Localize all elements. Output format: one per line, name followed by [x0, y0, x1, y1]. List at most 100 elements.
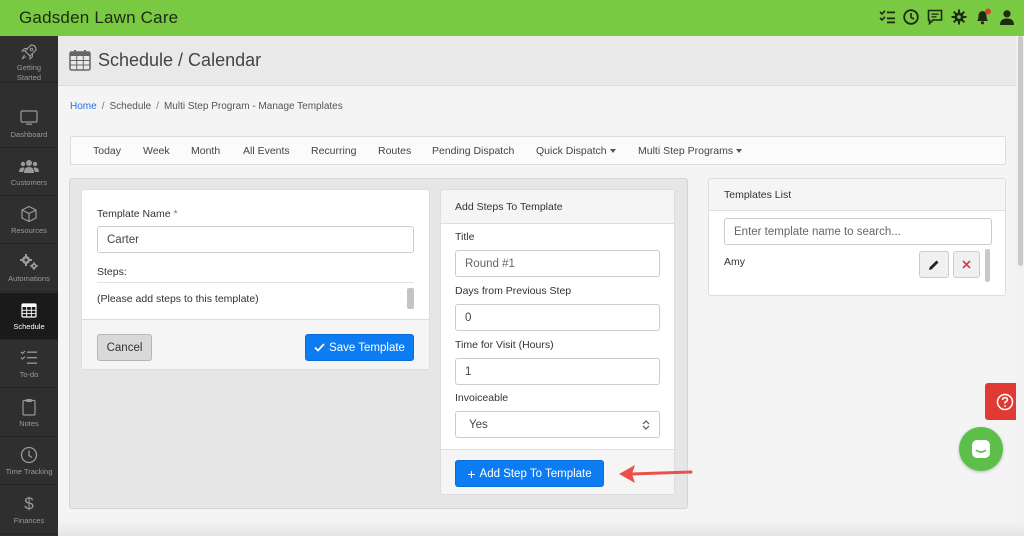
sidebar-item-notes[interactable]: Notes [0, 390, 58, 437]
steps-empty-text: (Please add steps to this template) [97, 293, 259, 305]
calendar-icon [19, 300, 39, 320]
top-icons [878, 6, 1016, 28]
chat-launcher-button[interactable] [959, 427, 1003, 471]
clock-icon[interactable] [902, 6, 920, 28]
top-bar: Gadsden Lawn Care [0, 0, 1024, 36]
sidebar-item-label: Getting [16, 63, 42, 72]
templates-list-scrollbar[interactable] [985, 249, 990, 282]
sidebar-item-label: Customers [10, 178, 48, 187]
sidebar-item-getting-started[interactable]: Getting Started [0, 36, 58, 83]
template-name-input[interactable]: Carter [97, 226, 414, 253]
sidebar-item-label: Automations [8, 274, 50, 283]
step-title-input[interactable]: Round #1 [455, 250, 660, 277]
nav-routes[interactable]: Routes [378, 145, 411, 157]
sidebar-item-customers[interactable]: Customers [0, 149, 58, 196]
sidebar-item-time-tracking[interactable]: Time Tracking [0, 438, 58, 485]
templates-list-card: Templates List Enter template name to se… [708, 178, 1006, 296]
page-scrollbar-thumb[interactable] [1018, 36, 1023, 266]
clock-icon [19, 445, 39, 465]
cube-icon [19, 204, 39, 224]
list-icon [19, 348, 39, 368]
steps-scrollbar[interactable] [407, 288, 414, 309]
days-input[interactable]: 0 [455, 304, 660, 331]
page-bottom-fade [58, 521, 1024, 536]
checklist-icon[interactable] [878, 6, 896, 28]
add-steps-title: Add Steps To Template [455, 201, 563, 213]
sidebar-item-label: To-do [19, 370, 39, 379]
nav-recurring[interactable]: Recurring [311, 145, 357, 157]
clipboard-icon [19, 397, 39, 417]
sidebar-item-resources[interactable]: Resources [0, 197, 58, 244]
check-icon [314, 343, 325, 352]
add-step-button[interactable]: + Add Step To Template [455, 460, 604, 487]
edit-template-button[interactable] [919, 251, 949, 278]
breadcrumb-home-link[interactable]: Home [70, 101, 97, 112]
invoiceable-select[interactable]: Yes [455, 411, 660, 438]
sidebar-item-dashboard[interactable]: Dashboard [0, 101, 58, 148]
question-icon [996, 393, 1013, 410]
save-template-button[interactable]: Save Template [305, 334, 414, 361]
breadcrumb-current: Multi Step Program - Manage Templates [163, 101, 343, 112]
save-template-label: Save Template [329, 341, 405, 354]
nav-multi-step-dropdown[interactable]: Multi Step Programs [638, 145, 743, 157]
templates-list-header: Templates List [709, 179, 1005, 211]
step-title-label: Title [455, 231, 475, 243]
schedule-nav: Today Week Month All Events Recurring Ro… [70, 136, 1006, 165]
gear-icon[interactable] [950, 6, 968, 28]
breadcrumb-schedule[interactable]: Schedule [109, 101, 151, 112]
nav-multi-step-label: Multi Step Programs [638, 145, 734, 157]
sidebar-item-finances[interactable]: $ Finances [0, 487, 58, 534]
sidebar-item-automations[interactable]: Automations [0, 245, 58, 292]
template-name-amy[interactable]: Amy [724, 256, 745, 268]
delete-template-button[interactable] [953, 251, 980, 278]
sidebar-item-label-line2: Started [16, 73, 42, 82]
templates-list-title: Templates List [724, 189, 792, 201]
add-steps-header: Add Steps To Template [441, 190, 674, 224]
nav-month[interactable]: Month [191, 145, 220, 157]
bell-icon[interactable] [974, 6, 992, 28]
nav-week[interactable]: Week [143, 145, 170, 157]
required-mark: * [173, 208, 178, 220]
invoiceable-value: Yes [469, 418, 488, 431]
sidebar-item-todo[interactable]: To-do [0, 341, 58, 388]
breadcrumb: Home / Schedule / Multi Step Program - Manag… [70, 101, 343, 112]
steps-divider [97, 282, 414, 283]
breadcrumb-separator: / [101, 101, 105, 112]
nav-quick-dispatch-dropdown[interactable]: Quick Dispatch [536, 145, 616, 157]
nav-pending-dispatch[interactable]: Pending Dispatch [432, 145, 514, 157]
annotation-arrow-icon [619, 465, 693, 483]
select-arrows-icon [642, 419, 650, 430]
monitor-icon [19, 108, 39, 128]
sidebar-item-label: Finances [13, 516, 45, 525]
calendar-icon [69, 49, 91, 74]
sidebar-item-label: Dashboard [10, 130, 48, 139]
nav-today[interactable]: Today [93, 145, 121, 157]
plus-icon: + [467, 465, 476, 482]
nav-all-events[interactable]: All Events [243, 145, 290, 157]
chat-icon [972, 440, 990, 458]
time-input[interactable]: 1 [455, 358, 660, 385]
dollar-icon: $ [24, 494, 34, 513]
pencil-icon [929, 260, 939, 270]
gears-icon [19, 252, 39, 272]
caret-down-icon [609, 149, 616, 154]
user-icon[interactable] [998, 6, 1016, 28]
time-label: Time for Visit (Hours) [455, 339, 554, 351]
template-form-card: Template Name * Carter Steps: (Please ad… [81, 189, 430, 370]
sidebar: Getting Started Dashboard Customers Reso… [0, 36, 58, 536]
days-label: Days from Previous Step [455, 285, 572, 297]
template-name-label: Template Name * [97, 208, 178, 220]
invoiceable-label: Invoiceable [455, 392, 509, 404]
close-icon [962, 260, 971, 269]
add-steps-card: Add Steps To Template Title Round #1 Day… [440, 189, 675, 495]
rocket-icon [19, 43, 39, 61]
template-search-input[interactable]: Enter template name to search... [724, 218, 992, 245]
page-title: Schedule / Calendar [98, 50, 262, 70]
sidebar-item-label: Notes [19, 419, 39, 428]
breadcrumb-separator: / [156, 101, 159, 112]
sidebar-item-schedule[interactable]: Schedule [0, 293, 58, 340]
users-icon [19, 156, 39, 176]
cancel-button[interactable]: Cancel [97, 334, 152, 361]
chat-icon[interactable] [926, 6, 944, 28]
sidebar-item-label: Schedule [13, 322, 45, 331]
